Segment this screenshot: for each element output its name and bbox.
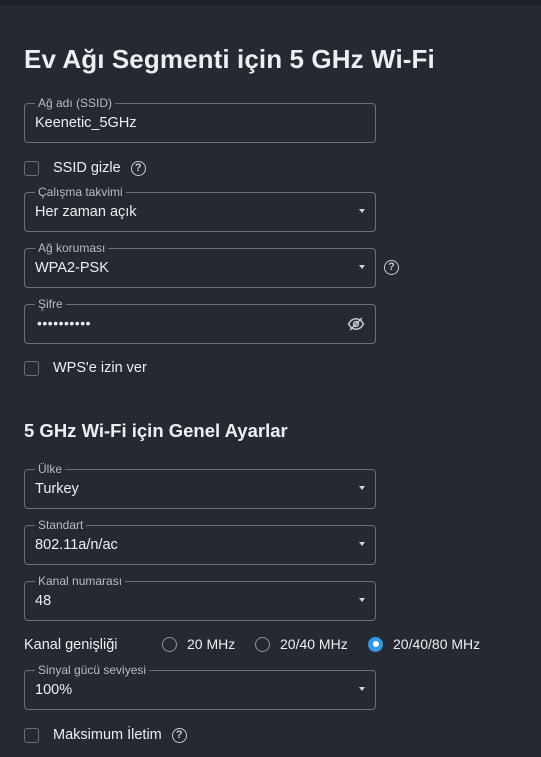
standard-select[interactable]: Standart 802.11a/n/ac xyxy=(24,518,376,565)
radio-label: 20/40/80 MHz xyxy=(393,636,481,652)
wps-label: WPS'e izin ver xyxy=(53,360,147,376)
security-value: WPA2-PSK xyxy=(35,260,109,276)
hide-ssid-row: SSID gizle ? xyxy=(24,158,146,178)
password-field[interactable]: Şifre •••••••••• xyxy=(24,297,376,344)
channel-select[interactable]: Kanal numarası 48 xyxy=(24,574,376,621)
ssid-value[interactable]: Keenetic_5GHz xyxy=(35,115,137,131)
password-value[interactable]: •••••••••• xyxy=(37,315,91,331)
tx-power-select[interactable]: Sinyal gücü seviyesi 100% xyxy=(24,663,376,710)
radio-20-40mhz[interactable]: 20/40 MHz xyxy=(255,636,348,652)
chevron-down-icon xyxy=(359,265,365,269)
max-tx-row: Maksimum İletim ? xyxy=(24,725,187,745)
wps-row: WPS'e izin ver xyxy=(24,358,147,378)
channel-value: 48 xyxy=(35,593,52,609)
max-tx-label: Maksimum İletim xyxy=(53,727,162,743)
radio-20mhz[interactable]: 20 MHz xyxy=(162,636,235,652)
standard-legend: Standart xyxy=(35,518,87,532)
radio-dot[interactable] xyxy=(255,636,270,652)
hide-ssid-checkbox[interactable] xyxy=(24,160,39,176)
chevron-down-icon xyxy=(359,486,365,490)
tx-power-legend: Sinyal gücü seviyesi xyxy=(35,663,150,677)
country-legend: Ülke xyxy=(35,462,66,476)
country-select[interactable]: Ülke Turkey xyxy=(24,462,376,509)
radio-dot[interactable] xyxy=(162,636,177,652)
chevron-down-icon xyxy=(359,209,365,213)
chevron-down-icon xyxy=(359,687,365,691)
hide-ssid-label: SSID gizle xyxy=(53,160,121,176)
chevron-down-icon xyxy=(359,542,365,546)
channel-legend: Kanal numarası xyxy=(35,574,126,588)
help-icon[interactable]: ? xyxy=(171,727,187,743)
max-tx-checkbox[interactable] xyxy=(24,727,39,743)
eye-off-icon[interactable] xyxy=(347,315,365,333)
schedule-legend: Çalışma takvimi xyxy=(35,185,126,199)
page-title: Ev Ağı Segmenti için 5 GHz Wi-Fi xyxy=(24,44,435,74)
standard-value: 802.11a/n/ac xyxy=(35,537,118,553)
radio-20-40-80mhz[interactable]: 20/40/80 MHz xyxy=(368,636,480,652)
top-bar xyxy=(0,0,541,5)
ssid-legend: Ağ adı (SSID) xyxy=(35,96,116,110)
radio-dot-selected[interactable] xyxy=(368,636,383,652)
radio-label: 20/40 MHz xyxy=(280,636,348,652)
security-legend: Ağ koruması xyxy=(35,241,109,255)
schedule-select[interactable]: Çalışma takvimi Her zaman açık xyxy=(24,185,376,232)
country-value: Turkey xyxy=(35,481,79,497)
radio-label: 20 MHz xyxy=(187,636,236,652)
tx-power-value: 100% xyxy=(35,682,73,698)
chevron-down-icon xyxy=(359,598,365,602)
security-select[interactable]: Ağ koruması WPA2-PSK xyxy=(24,241,376,288)
password-legend: Şifre xyxy=(35,297,66,311)
schedule-value: Her zaman açık xyxy=(35,204,137,220)
section-title: 5 GHz Wi-Fi için Genel Ayarlar xyxy=(24,420,288,441)
ssid-field[interactable]: Ağ adı (SSID) Keenetic_5GHz xyxy=(24,96,376,143)
help-icon[interactable]: ? xyxy=(384,260,399,275)
channel-width-label: Kanal genişliği xyxy=(24,637,118,653)
wps-checkbox[interactable] xyxy=(24,360,39,376)
help-icon[interactable]: ? xyxy=(130,160,146,176)
